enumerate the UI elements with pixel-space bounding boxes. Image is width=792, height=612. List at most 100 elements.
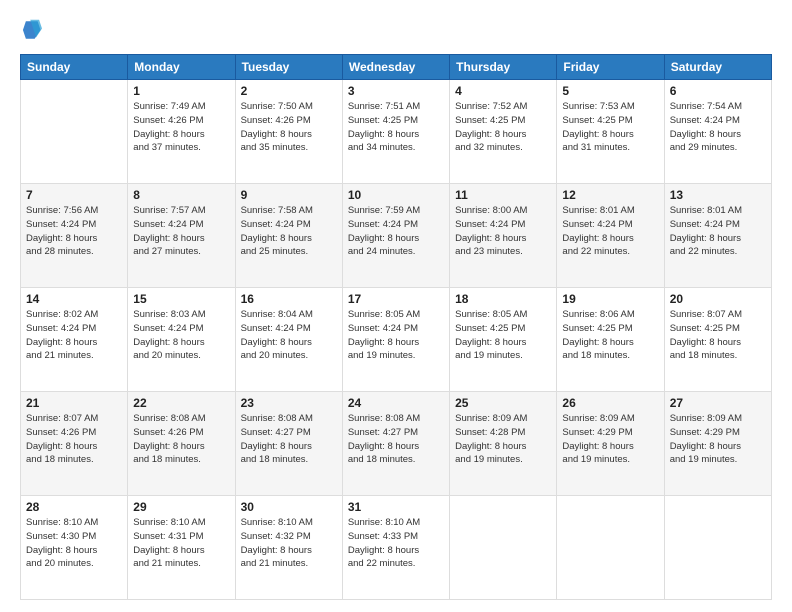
day-number: 7 (26, 188, 122, 202)
calendar-cell (21, 80, 128, 184)
day-info: Sunrise: 7:50 AMSunset: 4:26 PMDaylight:… (241, 100, 337, 155)
calendar-week-3: 14 Sunrise: 8:02 AMSunset: 4:24 PMDayligh… (21, 288, 772, 392)
day-info: Sunrise: 8:04 AMSunset: 4:24 PMDaylight:… (241, 308, 337, 363)
calendar-header-tuesday: Tuesday (235, 55, 342, 80)
day-number: 4 (455, 84, 551, 98)
calendar-header-friday: Friday (557, 55, 664, 80)
calendar-cell: 29Sunrise: 8:10 AMSunset: 4:31 PMDayligh… (128, 496, 235, 600)
day-number: 1 (133, 84, 229, 98)
calendar-header-row: SundayMondayTuesdayWednesdayThursdayFrid… (21, 55, 772, 80)
calendar-cell: 11 Sunrise: 8:00 AMSunset: 4:24 PMDayligh… (450, 184, 557, 288)
day-number: 5 (562, 84, 658, 98)
calendar-cell (450, 496, 557, 600)
calendar-cell: 17 Sunrise: 8:05 AMSunset: 4:24 PMDayligh… (342, 288, 449, 392)
calendar-cell: 26 Sunrise: 8:09 AMSunset: 4:29 PMDayligh… (557, 392, 664, 496)
day-number: 19 (562, 292, 658, 306)
day-info: Sunrise: 7:57 AMSunset: 4:24 PMDaylight:… (133, 204, 229, 259)
calendar-cell: 16 Sunrise: 8:04 AMSunset: 4:24 PMDayligh… (235, 288, 342, 392)
day-info: Sunrise: 7:58 AMSunset: 4:24 PMDaylight:… (241, 204, 337, 259)
calendar-week-5: 28 Sunrise: 8:10 AMSunset: 4:30 PMDayligh… (21, 496, 772, 600)
calendar-week-2: 7Sunrise: 7:56 AMSunset: 4:24 PMDaylight… (21, 184, 772, 288)
calendar-cell: 23Sunrise: 8:08 AMSunset: 4:27 PMDayligh… (235, 392, 342, 496)
calendar-table: SundayMondayTuesdayWednesdayThursdayFrid… (20, 54, 772, 600)
calendar-header-saturday: Saturday (664, 55, 771, 80)
day-number: 3 (348, 84, 444, 98)
logo (20, 16, 44, 44)
page: SundayMondayTuesdayWednesdayThursdayFrid… (0, 0, 792, 612)
day-number: 6 (670, 84, 766, 98)
calendar-cell (664, 496, 771, 600)
calendar-cell: 25 Sunrise: 8:09 AMSunset: 4:28 PMDayligh… (450, 392, 557, 496)
calendar-cell: 7Sunrise: 7:56 AMSunset: 4:24 PMDaylight… (21, 184, 128, 288)
day-number: 17 (348, 292, 444, 306)
calendar-week-4: 21Sunrise: 8:07 AMSunset: 4:26 PMDayligh… (21, 392, 772, 496)
calendar-cell (557, 496, 664, 600)
day-number: 16 (241, 292, 337, 306)
day-info: Sunrise: 8:08 AMSunset: 4:26 PMDaylight:… (133, 412, 229, 467)
day-number: 30 (241, 500, 337, 514)
day-number: 11 (455, 188, 551, 202)
calendar-cell: 19 Sunrise: 8:06 AMSunset: 4:25 PMDayligh… (557, 288, 664, 392)
logo-icon (20, 16, 42, 44)
calendar-cell: 6 Sunrise: 7:54 AMSunset: 4:24 PMDaylight… (664, 80, 771, 184)
calendar-week-1: 1 Sunrise: 7:49 AMSunset: 4:26 PMDaylight… (21, 80, 772, 184)
day-info: Sunrise: 8:06 AMSunset: 4:25 PMDaylight:… (562, 308, 658, 363)
day-info: Sunrise: 8:01 AMSunset: 4:24 PMDaylight:… (562, 204, 658, 259)
calendar-header-thursday: Thursday (450, 55, 557, 80)
day-number: 13 (670, 188, 766, 202)
day-number: 26 (562, 396, 658, 410)
day-info: Sunrise: 8:07 AMSunset: 4:26 PMDaylight:… (26, 412, 122, 467)
day-number: 25 (455, 396, 551, 410)
day-info: Sunrise: 8:10 AMSunset: 4:31 PMDaylight:… (133, 516, 229, 571)
day-info: Sunrise: 8:10 AMSunset: 4:33 PMDaylight:… (348, 516, 444, 571)
calendar-header-monday: Monday (128, 55, 235, 80)
calendar-cell: 4 Sunrise: 7:52 AMSunset: 4:25 PMDaylight… (450, 80, 557, 184)
calendar-cell: 5Sunrise: 7:53 AMSunset: 4:25 PMDaylight… (557, 80, 664, 184)
day-info: Sunrise: 8:09 AMSunset: 4:28 PMDaylight:… (455, 412, 551, 467)
day-number: 27 (670, 396, 766, 410)
day-number: 24 (348, 396, 444, 410)
day-number: 8 (133, 188, 229, 202)
day-info: Sunrise: 8:08 AMSunset: 4:27 PMDaylight:… (241, 412, 337, 467)
day-number: 10 (348, 188, 444, 202)
day-number: 31 (348, 500, 444, 514)
day-info: Sunrise: 8:07 AMSunset: 4:25 PMDaylight:… (670, 308, 766, 363)
day-number: 15 (133, 292, 229, 306)
day-info: Sunrise: 8:02 AMSunset: 4:24 PMDaylight:… (26, 308, 122, 363)
header (20, 16, 772, 44)
day-number: 2 (241, 84, 337, 98)
day-number: 9 (241, 188, 337, 202)
calendar-header-sunday: Sunday (21, 55, 128, 80)
day-info: Sunrise: 8:01 AMSunset: 4:24 PMDaylight:… (670, 204, 766, 259)
day-number: 20 (670, 292, 766, 306)
day-info: Sunrise: 8:09 AMSunset: 4:29 PMDaylight:… (562, 412, 658, 467)
day-number: 12 (562, 188, 658, 202)
day-info: Sunrise: 8:03 AMSunset: 4:24 PMDaylight:… (133, 308, 229, 363)
day-info: Sunrise: 8:09 AMSunset: 4:29 PMDaylight:… (670, 412, 766, 467)
day-number: 22 (133, 396, 229, 410)
day-number: 18 (455, 292, 551, 306)
calendar-cell: 3 Sunrise: 7:51 AMSunset: 4:25 PMDaylight… (342, 80, 449, 184)
day-info: Sunrise: 7:49 AMSunset: 4:26 PMDaylight:… (133, 100, 229, 155)
day-info: Sunrise: 8:00 AMSunset: 4:24 PMDaylight:… (455, 204, 551, 259)
calendar-cell: 31 Sunrise: 8:10 AMSunset: 4:33 PMDayligh… (342, 496, 449, 600)
calendar-cell: 15 Sunrise: 8:03 AMSunset: 4:24 PMDayligh… (128, 288, 235, 392)
day-number: 28 (26, 500, 122, 514)
day-number: 14 (26, 292, 122, 306)
calendar-cell: 13 Sunrise: 8:01 AMSunset: 4:24 PMDayligh… (664, 184, 771, 288)
day-info: Sunrise: 8:10 AMSunset: 4:30 PMDaylight:… (26, 516, 122, 571)
calendar-cell: 30 Sunrise: 8:10 AMSunset: 4:32 PMDayligh… (235, 496, 342, 600)
day-info: Sunrise: 7:51 AMSunset: 4:25 PMDaylight:… (348, 100, 444, 155)
calendar-cell: 21Sunrise: 8:07 AMSunset: 4:26 PMDayligh… (21, 392, 128, 496)
day-info: Sunrise: 8:05 AMSunset: 4:24 PMDaylight:… (348, 308, 444, 363)
calendar-cell: 9 Sunrise: 7:58 AMSunset: 4:24 PMDaylight… (235, 184, 342, 288)
calendar-cell: 20 Sunrise: 8:07 AMSunset: 4:25 PMDayligh… (664, 288, 771, 392)
day-info: Sunrise: 7:54 AMSunset: 4:24 PMDaylight:… (670, 100, 766, 155)
calendar-cell: 12 Sunrise: 8:01 AMSunset: 4:24 PMDayligh… (557, 184, 664, 288)
calendar-header-wednesday: Wednesday (342, 55, 449, 80)
day-info: Sunrise: 8:08 AMSunset: 4:27 PMDaylight:… (348, 412, 444, 467)
day-info: Sunrise: 8:10 AMSunset: 4:32 PMDaylight:… (241, 516, 337, 571)
day-info: Sunrise: 7:52 AMSunset: 4:25 PMDaylight:… (455, 100, 551, 155)
calendar-cell: 1 Sunrise: 7:49 AMSunset: 4:26 PMDaylight… (128, 80, 235, 184)
calendar-cell: 24 Sunrise: 8:08 AMSunset: 4:27 PMDayligh… (342, 392, 449, 496)
